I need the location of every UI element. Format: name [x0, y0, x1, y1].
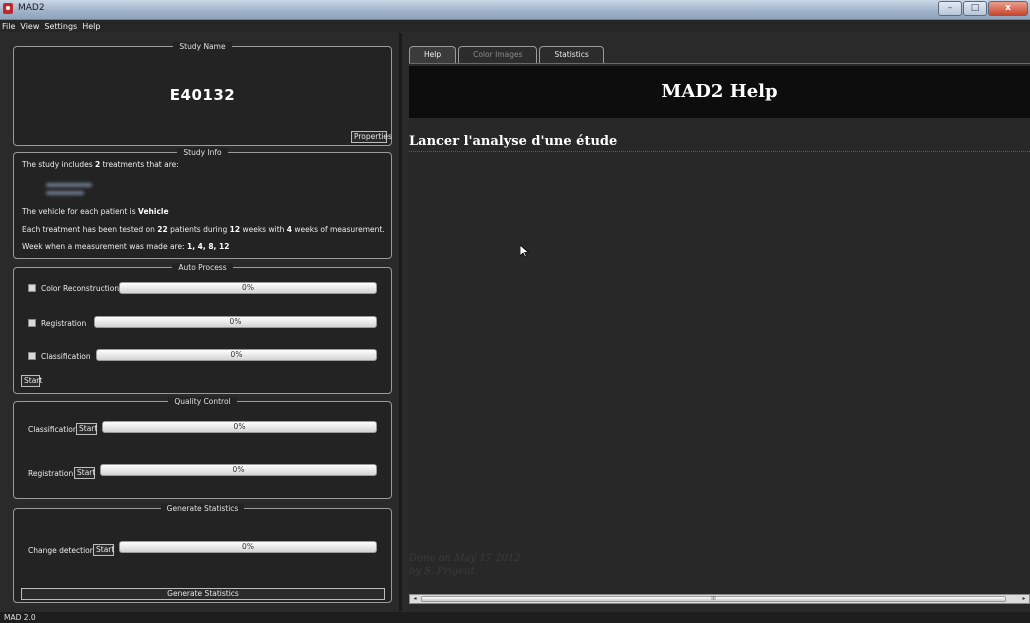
qc-registration-label: Registration — [28, 469, 74, 478]
redacted-treatment-1 — [46, 183, 92, 187]
tab-color-images[interactable]: Color Images — [458, 46, 538, 63]
help-footer-author: by S. Prigent — [409, 566, 475, 577]
scroll-thumb[interactable]: III — [421, 596, 1006, 602]
help-banner-title: MAD2 Help — [409, 66, 1030, 118]
study-name-panel: Study Name E40132 Properties — [13, 42, 392, 146]
measurement-weeks-line: Week when a measurement was made are: 1,… — [22, 242, 230, 251]
auto-process-start-button[interactable]: Start — [21, 375, 42, 387]
help-content-view[interactable]: MAD2 Help Lancer l'analyse d'une étude D… — [409, 63, 1030, 609]
horizontal-scrollbar[interactable]: ◂ III ▸ — [409, 594, 1030, 604]
generate-statistics-panel: Generate Statistics Change detection Sta… — [13, 504, 392, 603]
auto-process-panel: Auto Process Color Reconstruction 0% Reg… — [13, 263, 392, 394]
study-name-title: Study Name — [173, 42, 232, 51]
study-id: E40132 — [169, 86, 236, 104]
generate-statistics-title: Generate Statistics — [160, 504, 245, 513]
qc-classification-label: Classification — [28, 425, 78, 434]
change-detection-progress: 0% — [119, 541, 377, 553]
tab-bar: Help Color Images Statistics — [409, 46, 606, 64]
redacted-treatment-2 — [46, 191, 84, 195]
mouse-cursor-icon — [520, 245, 529, 258]
help-footer-date: Done on May 17 2012 — [409, 553, 521, 564]
window-title-bar[interactable]: MAD2 – □ x — [0, 0, 1030, 20]
scroll-left-icon[interactable]: ◂ — [410, 595, 420, 603]
properties-button[interactable]: Properties — [351, 131, 392, 143]
auto-process-title: Auto Process — [172, 263, 233, 272]
testing-summary-line: Each treatment has been tested on 22 pat… — [22, 225, 385, 234]
classification-label: Classification — [41, 352, 91, 361]
vehicle-value: Vehicle — [138, 207, 169, 216]
minimize-button[interactable]: – — [938, 1, 962, 16]
measurement-weeks: 1, 4, 8, 12 — [186, 242, 230, 251]
registration-label: Registration — [41, 319, 87, 328]
change-detection-label: Change detection — [28, 546, 95, 555]
qc-registration-start-button[interactable]: Start — [74, 467, 95, 479]
menu-file[interactable]: File — [2, 22, 15, 31]
window-title: MAD2 — [18, 3, 45, 13]
study-info-title: Study Info — [177, 148, 228, 157]
tab-help[interactable]: Help — [409, 46, 457, 64]
treatments-count-line: The study includes 2 treatments that are… — [22, 160, 179, 169]
app-icon — [3, 3, 13, 14]
change-detection-start-button[interactable]: Start — [93, 544, 114, 556]
color-reconstruction-label: Color Reconstruction — [41, 284, 120, 293]
menu-help[interactable]: Help — [82, 22, 100, 31]
color-reconstruction-checkbox[interactable] — [28, 284, 36, 292]
splitter[interactable] — [399, 33, 402, 611]
vehicle-line: The vehicle for each patient is Vehicle — [22, 207, 169, 216]
close-button[interactable]: x — [988, 1, 1028, 16]
generate-statistics-button[interactable]: Generate Statistics — [21, 588, 385, 600]
classification-checkbox[interactable] — [28, 352, 36, 360]
tab-statistics[interactable]: Statistics — [539, 46, 604, 63]
registration-progress: 0% — [94, 316, 377, 328]
registration-checkbox[interactable] — [28, 319, 36, 327]
menu-view[interactable]: View — [20, 22, 39, 31]
help-section-heading: Lancer l'analyse d'une étude — [409, 134, 1030, 152]
color-reconstruction-progress: 0% — [119, 282, 377, 294]
scroll-right-icon[interactable]: ▸ — [1019, 595, 1029, 603]
quality-control-panel: Quality Control Classification Start 0% … — [13, 397, 392, 499]
qc-classification-progress: 0% — [102, 421, 377, 433]
study-info-panel: Study Info The study includes 2 treatmen… — [13, 148, 392, 259]
qc-classification-start-button[interactable]: Start — [76, 423, 97, 435]
maximize-button[interactable]: □ — [963, 1, 987, 16]
status-bar: MAD 2.0 — [0, 612, 1030, 623]
qc-registration-progress: 0% — [100, 464, 377, 476]
menu-bar: File View Settings Help — [0, 20, 1030, 32]
menu-settings[interactable]: Settings — [44, 22, 77, 31]
quality-control-title: Quality Control — [168, 397, 237, 406]
classification-progress: 0% — [96, 349, 377, 361]
